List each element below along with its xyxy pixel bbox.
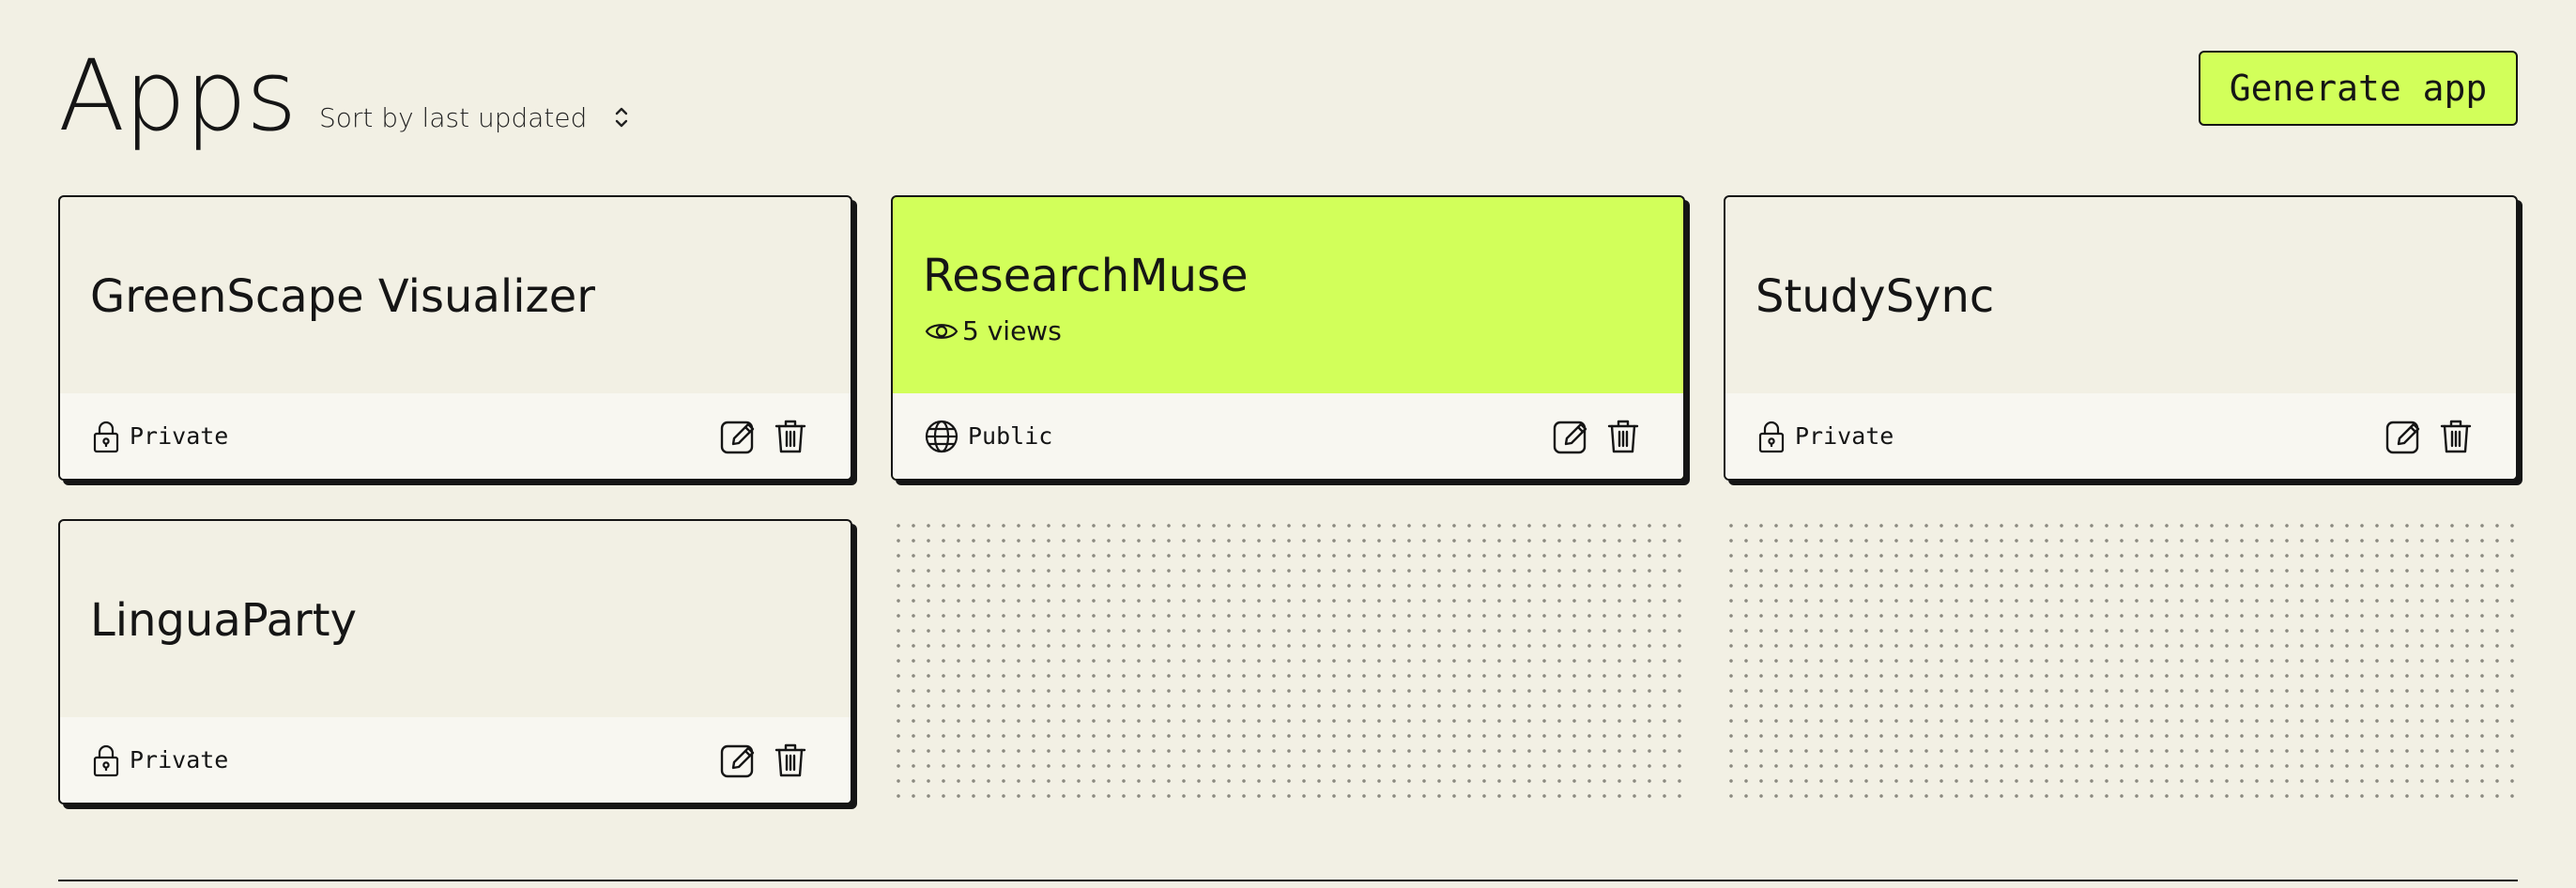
edit-button[interactable] xyxy=(2384,418,2422,455)
delete-button[interactable] xyxy=(772,742,809,779)
lock-icon xyxy=(1757,420,1786,453)
lock-icon xyxy=(92,420,120,453)
visibility-label: Private xyxy=(130,422,229,450)
delete-button[interactable] xyxy=(2437,418,2475,455)
view-count: 5 views xyxy=(925,315,1062,346)
delete-button[interactable] xyxy=(1604,418,1642,455)
delete-button[interactable] xyxy=(772,418,809,455)
app-card-studysync[interactable]: StudySync Private xyxy=(1724,195,2518,481)
lock-icon xyxy=(92,743,120,777)
trash-icon xyxy=(774,743,806,778)
visibility-status: Private xyxy=(1757,420,1894,453)
card-actions xyxy=(2384,418,2475,455)
card-header: ResearchMuse 5 views xyxy=(893,197,1683,395)
visibility-status: Public xyxy=(925,420,1052,453)
globe-icon xyxy=(925,420,958,453)
card-footer: Private xyxy=(60,393,851,479)
visibility-status: Private xyxy=(92,743,228,777)
sort-label: Sort by last updated xyxy=(319,101,588,133)
edit-icon xyxy=(1553,419,1588,454)
app-card-researchmuse[interactable]: ResearchMuse 5 views Public xyxy=(891,195,1685,481)
app-card-linguaparty[interactable]: LinguaParty Private xyxy=(58,519,852,804)
edit-icon xyxy=(720,419,756,454)
card-footer: Private xyxy=(60,717,851,803)
card-actions xyxy=(1552,418,1642,455)
trash-icon xyxy=(1607,419,1639,454)
card-header: LinguaParty xyxy=(60,521,851,719)
card-footer: Private xyxy=(1725,393,2516,479)
visibility-label: Private xyxy=(130,746,229,773)
divider xyxy=(58,880,2518,881)
eye-icon xyxy=(925,318,958,344)
app-card-greenscape[interactable]: GreenScape Visualizer Private xyxy=(58,195,852,481)
empty-slot-pattern xyxy=(1724,518,2518,805)
sort-dropdown[interactable]: Sort by last updated xyxy=(319,94,630,141)
chevron-up-down-icon xyxy=(613,104,630,130)
edit-icon xyxy=(720,743,756,778)
page-title: Apps xyxy=(58,38,297,153)
app-title: GreenScape Visualizer xyxy=(90,270,595,323)
visibility-status: Private xyxy=(92,420,228,453)
views-label: 5 views xyxy=(962,315,1062,346)
app-title: ResearchMuse xyxy=(923,250,1249,302)
app-title: StudySync xyxy=(1756,270,1995,323)
card-footer: Public xyxy=(893,393,1683,479)
trash-icon xyxy=(774,419,806,454)
generate-app-button[interactable]: Generate app xyxy=(2199,51,2518,126)
visibility-label: Public xyxy=(968,422,1053,450)
edit-icon xyxy=(2385,419,2421,454)
edit-button[interactable] xyxy=(719,418,757,455)
visibility-label: Private xyxy=(1795,422,1894,450)
card-actions xyxy=(719,418,809,455)
card-header: StudySync xyxy=(1725,197,2516,395)
card-header: GreenScape Visualizer xyxy=(60,197,851,395)
trash-icon xyxy=(2440,419,2472,454)
app-title: LinguaParty xyxy=(90,594,357,647)
empty-slot-pattern xyxy=(891,518,1685,805)
edit-button[interactable] xyxy=(719,742,757,779)
edit-button[interactable] xyxy=(1552,418,1589,455)
card-actions xyxy=(719,742,809,779)
